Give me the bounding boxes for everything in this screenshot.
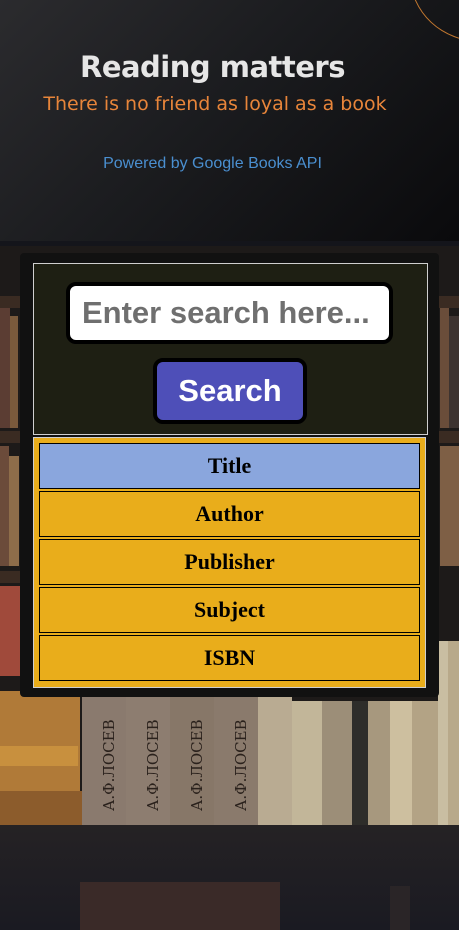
option-title[interactable]: Title bbox=[39, 443, 420, 489]
powered-by-link[interactable]: Powered by Google Books API bbox=[0, 155, 425, 173]
search-type-options: Title Author Publisher Subject ISBN bbox=[33, 437, 426, 688]
option-isbn[interactable]: ISBN bbox=[39, 635, 420, 681]
page-title: Reading matters bbox=[79, 50, 346, 84]
book-spine-text: А.Ф.ЛОСЕВ bbox=[188, 719, 206, 811]
page-subtitle: There is no friend as loyal as a book bbox=[43, 93, 387, 115]
option-subject[interactable]: Subject bbox=[39, 587, 420, 633]
hero-header: Reading matters There is no friend as lo… bbox=[0, 0, 459, 241]
book-spine-text: А.Ф.ЛОСЕВ bbox=[100, 719, 118, 811]
book-spine-text: А.Ф.ЛОСЕВ bbox=[232, 719, 250, 811]
search-input[interactable] bbox=[66, 282, 393, 344]
search-button[interactable]: Search bbox=[153, 358, 307, 424]
decorative-arc bbox=[410, 0, 459, 42]
option-author[interactable]: Author bbox=[39, 491, 420, 537]
book-spine-text: А.Ф.ЛОСЕВ bbox=[144, 719, 162, 811]
option-publisher[interactable]: Publisher bbox=[39, 539, 420, 585]
